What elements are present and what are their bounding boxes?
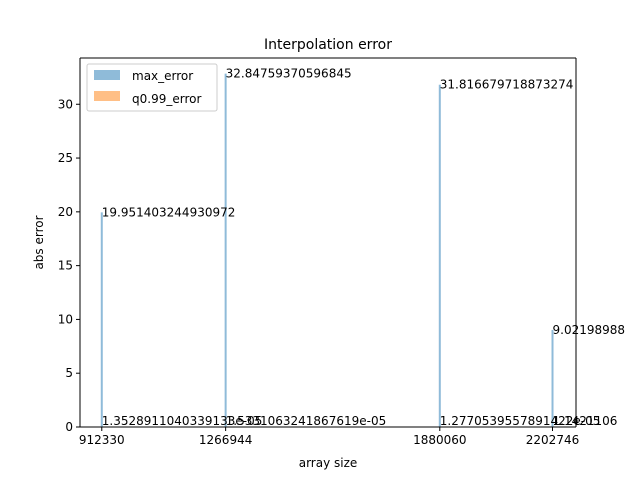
- data-label-max-error-0: 19.951403244930972: [102, 205, 236, 219]
- legend: max_error q0.99_error: [86, 63, 218, 112]
- x-tick-label-1: 1266944: [199, 433, 252, 447]
- chart: 19.951403244930972 32.84759370596845 31.81…: [32, 37, 626, 470]
- bar-max-error-3: [551, 329, 554, 427]
- x-axis-label: array size: [299, 456, 358, 470]
- y-tick-label-4: 20: [58, 205, 73, 219]
- bar-max-error-2: [438, 84, 441, 427]
- legend-label-q099-error: q0.99_error: [132, 92, 201, 106]
- bar-max-error-0: [100, 212, 103, 427]
- y-ticks-group: 0 5 10 15 20 25 30: [58, 97, 80, 434]
- chart-title: Interpolation error: [264, 37, 392, 53]
- y-tick-label-5: 25: [58, 151, 73, 165]
- y-tick-label-0: 0: [65, 420, 73, 434]
- data-label-max-error-2: 31.816679718873274: [440, 78, 574, 92]
- plot-area: [80, 58, 576, 427]
- y-axis-label: abs error: [32, 215, 46, 269]
- data-label-max-error-3: 9.02198988: [553, 323, 626, 337]
- legend-label-max-error: max_error: [132, 69, 193, 83]
- legend-swatch-q099-error: [94, 91, 120, 101]
- x-tick-label-3: 2202746: [526, 433, 579, 447]
- x-tick-label-0: 912330: [79, 433, 125, 447]
- legend-swatch-max-error: [94, 70, 120, 80]
- y-tick-label-6: 30: [58, 97, 73, 111]
- data-label-q0-99-error-3: 1.1421106: [553, 414, 618, 428]
- data-label-max-error-1: 32.84759370596845: [226, 67, 352, 81]
- x-ticks-group: 912330 1266944 1880060 2202746: [79, 427, 579, 447]
- y-tick-label-2: 10: [58, 312, 73, 326]
- y-tick-label-3: 15: [58, 259, 73, 273]
- y-tick-label-1: 5: [65, 366, 73, 380]
- x-tick-label-2: 1880060: [413, 433, 466, 447]
- bar-max-error-1: [224, 73, 227, 428]
- data-label-q0-99-error-1: 1.5331063241867619e-05: [226, 414, 387, 428]
